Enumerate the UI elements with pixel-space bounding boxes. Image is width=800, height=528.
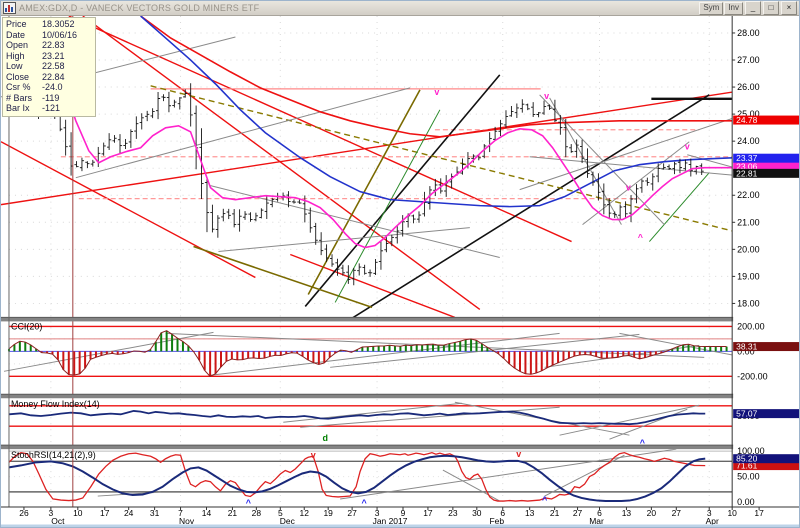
inv-button[interactable]: Inv (724, 2, 743, 15)
info-row: # Bars-119 (6, 93, 92, 104)
date-tick-label: 31 (150, 508, 160, 518)
sell-marker[interactable]: v (685, 142, 690, 152)
annotation-letter[interactable]: d (322, 433, 327, 443)
chart-window: AMEX:GDX,D - VANECK VECTORS GOLD MINERS … (0, 0, 800, 528)
info-row: Low22.58 (6, 61, 92, 72)
cci-panel-label: CCI(20) (11, 321, 42, 331)
date-tick-label: 30 (472, 508, 482, 518)
close-button[interactable]: × (781, 1, 797, 15)
date-tick-label: 17 (754, 508, 764, 518)
info-row: Date10/06/16 (6, 30, 92, 41)
price-tick-label: 26.00 (737, 82, 759, 92)
window-bottom-edge (1, 525, 799, 527)
svg-text:22.81: 22.81 (736, 168, 757, 178)
cursor-info-box: Price18.3052Date10/06/16Open22.83High23.… (2, 17, 96, 117)
price-tick-label: 22.00 (737, 190, 759, 200)
panel-separator[interactable] (1, 445, 799, 449)
svg-text:85.20: 85.20 (736, 454, 757, 464)
value-badge: 85.20 (733, 454, 799, 464)
price-tick-label: 27.00 (737, 55, 759, 65)
date-tick-label: 10 (73, 508, 83, 518)
price-tick-label: 24.00 (737, 136, 759, 146)
info-row: Csr %-24.0 (6, 82, 92, 93)
date-tick-label: 20 (647, 508, 657, 518)
price-tick-label: 20.00 (737, 244, 759, 254)
sell-marker[interactable]: v (311, 450, 316, 460)
date-tick-label: 27 (347, 508, 357, 518)
sell-marker[interactable]: v (434, 87, 439, 97)
value-badge: 22.81 (733, 168, 799, 178)
price-chart-canvas[interactable]: vvv^vd^^^^vvCCI(20)Money Flow Index(14)S… (1, 16, 799, 527)
stoch-tick-label: 50.00 (737, 472, 759, 482)
stochrsi-panel-label: StochRSI(14,21(2),9) (11, 450, 96, 460)
date-tick-label: 21 (550, 508, 560, 518)
window-title: AMEX:GDX,D - VANECK VECTORS GOLD MINERS … (19, 3, 699, 13)
cci-tick-label: 200.00 (737, 321, 764, 331)
chart-background (1, 16, 799, 527)
date-tick-label: 13 (525, 508, 535, 518)
cci-tick-label: -200.00 (737, 371, 767, 381)
buy-marker[interactable]: ^ (542, 495, 548, 505)
date-tick-label: 13 (622, 508, 632, 518)
sell-marker[interactable]: v (626, 183, 631, 193)
sell-marker[interactable]: v (544, 91, 549, 101)
value-badge: 24.78 (733, 115, 799, 125)
title-bar[interactable]: AMEX:GDX,D - VANECK VECTORS GOLD MINERS … (1, 1, 799, 16)
mfi-panel-label: Money Flow Index(14) (11, 399, 100, 409)
date-tick-label: 23 (448, 508, 458, 518)
info-row: Price18.3052 (6, 19, 92, 30)
date-tick-label: 17 (100, 508, 110, 518)
info-row: Open22.83 (6, 40, 92, 51)
price-tick-label: 19.00 (737, 271, 759, 281)
svg-text:24.78: 24.78 (736, 115, 757, 125)
price-tick-label: 21.00 (737, 217, 759, 227)
value-badge: 23.37 (733, 153, 799, 163)
date-tick-label: 17 (423, 508, 433, 518)
date-tick-label: 12 (300, 508, 310, 518)
sell-marker[interactable]: v (516, 449, 521, 459)
price-tick-label: 18.00 (737, 298, 759, 308)
date-tick-label: 14 (202, 508, 212, 518)
date-tick-label: 27 (573, 508, 583, 518)
date-tick-label: 28 (252, 508, 262, 518)
svg-text:57.07: 57.07 (736, 409, 757, 419)
info-row: High23.21 (6, 51, 92, 62)
date-tick-label: 24 (124, 508, 134, 518)
chart-area[interactable]: vvv^vd^^^^vvCCI(20)Money Flow Index(14)S… (1, 16, 799, 527)
minimize-button[interactable]: _ (745, 1, 761, 15)
svg-text:38.31: 38.31 (736, 342, 757, 352)
date-tick-label: 27 (672, 508, 682, 518)
value-badge: 57.07 (733, 409, 799, 419)
date-tick-label: 10 (727, 508, 737, 518)
info-row: Close22.84 (6, 72, 92, 83)
date-tick-label: 26 (19, 508, 29, 518)
panel-separator[interactable] (1, 394, 799, 398)
restore-button[interactable]: □ (763, 1, 779, 15)
panel-separator[interactable] (1, 317, 799, 321)
info-row: Bar Ix-121 (6, 103, 92, 114)
date-tick-label: 21 (228, 508, 238, 518)
value-badge: 38.31 (733, 342, 799, 352)
stoch-tick-label: 0.00 (737, 497, 754, 507)
svg-text:23.37: 23.37 (736, 153, 757, 163)
price-tick-label: 28.00 (737, 28, 759, 38)
date-tick-label: 19 (323, 508, 333, 518)
sym-button[interactable]: Sym (699, 2, 723, 15)
app-icon (3, 2, 16, 14)
buy-marker[interactable]: ^ (638, 233, 644, 243)
